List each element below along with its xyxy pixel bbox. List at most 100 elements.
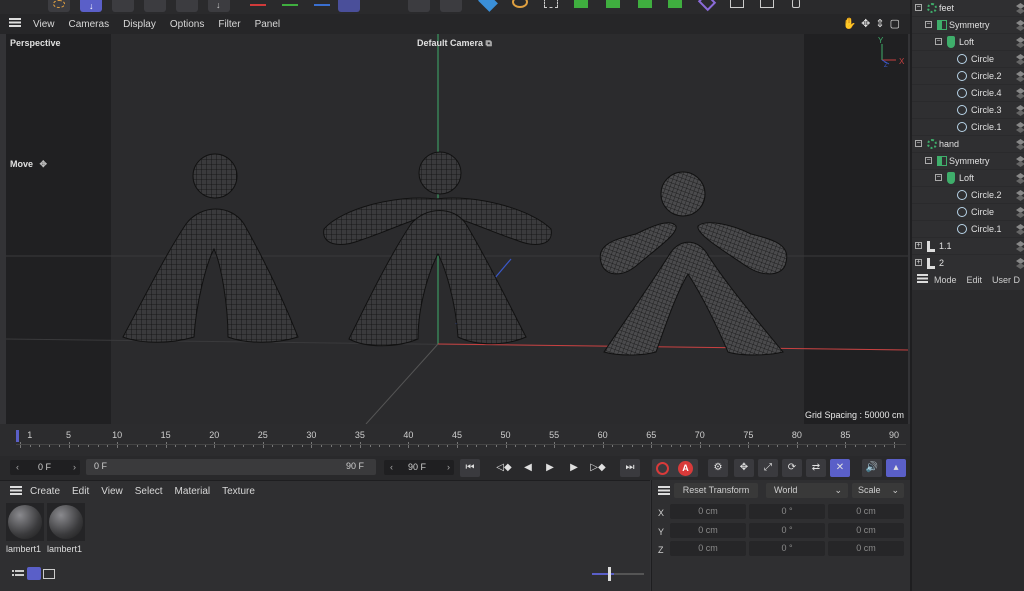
visibility-toggle-icon[interactable] xyxy=(1016,241,1024,252)
field-icon[interactable] xyxy=(697,0,717,12)
menu-options[interactable]: Options xyxy=(163,19,211,30)
figure-1[interactable] xyxy=(122,153,299,343)
visibility-toggle-icon[interactable] xyxy=(1016,105,1024,116)
space-dropdown[interactable]: World ⌄ xyxy=(766,483,848,498)
attr-menu-user-data[interactable]: User D xyxy=(992,275,1020,285)
reset-transform-button[interactable]: Reset Transform xyxy=(674,483,758,498)
mat-menu-create[interactable]: Create xyxy=(28,486,66,497)
object-row-figure[interactable]: +1.1 xyxy=(912,238,1024,255)
subdivision-icon[interactable] xyxy=(574,0,588,8)
object-row-circle[interactable]: Circle.2 xyxy=(912,187,1024,204)
collapse-icon[interactable]: − xyxy=(915,140,922,147)
x-axis-lock-icon[interactable] xyxy=(250,4,266,6)
generator-icon[interactable] xyxy=(544,0,558,8)
move-cross-icon[interactable]: ✥ xyxy=(861,17,870,30)
object-row-circle[interactable]: Circle.1 xyxy=(912,221,1024,238)
visibility-toggle-icon[interactable] xyxy=(1016,156,1024,167)
scale-z-field[interactable]: 0 cm xyxy=(828,541,904,556)
zoom-slider-handle[interactable] xyxy=(608,567,611,581)
visibility-toggle-icon[interactable] xyxy=(1016,139,1024,150)
menu-filter[interactable]: Filter xyxy=(211,19,247,30)
material-swatch[interactable] xyxy=(6,503,44,541)
list-view-icon[interactable] xyxy=(12,569,26,581)
object-row-hand[interactable]: − hand xyxy=(912,136,1024,153)
current-frame-field[interactable]: ‹ 0 F › xyxy=(10,460,80,475)
zoom-icon[interactable]: ⇕ xyxy=(875,17,884,30)
deformer-icon[interactable] xyxy=(668,0,682,8)
object-row-circle[interactable]: Circle.1 xyxy=(912,119,1024,136)
hamburger-menu-icon[interactable] xyxy=(912,274,934,286)
expand-icon[interactable]: + xyxy=(915,259,922,266)
key-scale-button[interactable]: ⤢ xyxy=(758,459,778,477)
attr-menu-mode[interactable]: Mode xyxy=(934,275,967,285)
scale-y-field[interactable]: 0 cm xyxy=(828,523,904,538)
position-y-field[interactable]: 0 cm xyxy=(670,523,746,538)
camera-label[interactable]: Default Camera ⧉ xyxy=(417,38,492,49)
rotate-tool-button[interactable] xyxy=(144,0,166,12)
position-x-field[interactable]: 0 cm xyxy=(670,504,746,519)
toolbar-button[interactable]: ↓ xyxy=(208,0,230,12)
collapse-icon[interactable]: − xyxy=(935,38,942,45)
chevron-left-icon[interactable]: ‹ xyxy=(16,462,19,472)
material-swatch[interactable] xyxy=(47,503,85,541)
camera-icon[interactable] xyxy=(760,0,774,8)
object-row-loft[interactable]: − Loft xyxy=(912,170,1024,187)
collapse-icon[interactable]: − xyxy=(935,174,942,181)
y-axis-lock-icon[interactable] xyxy=(282,4,298,6)
light-icon[interactable] xyxy=(792,0,800,8)
key-position-button[interactable]: ✥ xyxy=(734,459,754,477)
rotation-x-field[interactable]: 0 ° xyxy=(749,504,825,519)
material-name[interactable]: lambert1 xyxy=(47,544,82,554)
render-button[interactable] xyxy=(408,0,430,12)
key-parameter-button[interactable]: ⇄ xyxy=(806,459,826,477)
camera-toggle-icon[interactable]: ⧉ xyxy=(486,38,492,48)
object-row-symmetry[interactable]: − Symmetry xyxy=(912,153,1024,170)
go-to-end-button[interactable]: ⏭ xyxy=(620,459,640,477)
visibility-toggle-icon[interactable] xyxy=(1016,71,1024,82)
figure-3[interactable] xyxy=(599,171,788,356)
object-row-circle[interactable]: Circle.2 xyxy=(912,68,1024,85)
chevron-right-icon[interactable]: › xyxy=(73,460,76,475)
timeline-ruler[interactable]: 1 5 10 15 20 25 30 35 40 45 50 55 60 65 70 75 80 85 90 xyxy=(0,424,910,456)
object-row-circle[interactable]: Circle.4 xyxy=(912,85,1024,102)
play-button[interactable]: ▶ xyxy=(540,459,560,477)
autokey-icon[interactable]: A xyxy=(678,461,693,476)
object-row-symmetry[interactable]: − Symmetry xyxy=(912,17,1024,34)
rotation-y-field[interactable]: 0 ° xyxy=(749,523,825,538)
hand-pan-icon[interactable]: ✋ xyxy=(842,17,856,30)
hamburger-menu-icon[interactable] xyxy=(0,18,26,30)
menu-cameras[interactable]: Cameras xyxy=(62,19,117,30)
spline-pen-icon[interactable] xyxy=(512,0,528,8)
coordinate-system-button[interactable] xyxy=(338,0,360,12)
material-name[interactable]: lambert1 xyxy=(6,544,41,554)
visibility-toggle-icon[interactable] xyxy=(1016,258,1024,269)
object-row-figure[interactable]: +2 xyxy=(912,255,1024,270)
cube-icon[interactable] xyxy=(478,0,498,12)
mat-menu-select[interactable]: Select xyxy=(129,486,169,497)
prev-key-button[interactable]: ◁◆ xyxy=(494,459,514,477)
maximize-icon[interactable]: ▢ xyxy=(890,17,900,30)
menu-view[interactable]: View xyxy=(26,19,62,30)
z-axis-lock-icon[interactable] xyxy=(314,4,330,6)
large-view-icon[interactable] xyxy=(43,569,55,579)
boole-icon[interactable] xyxy=(638,0,652,8)
position-z-field[interactable]: 0 cm xyxy=(670,541,746,556)
hamburger-menu-icon[interactable] xyxy=(0,485,28,498)
visibility-toggle-icon[interactable] xyxy=(1016,37,1024,48)
key-rotation-button[interactable]: ⟳ xyxy=(782,459,802,477)
visibility-toggle-icon[interactable] xyxy=(1016,54,1024,65)
visibility-toggle-icon[interactable] xyxy=(1016,3,1024,14)
scale-tool-button[interactable] xyxy=(112,0,134,12)
object-row-circle[interactable]: Circle xyxy=(912,204,1024,221)
frame-range-slider[interactable]: 0 F 90 F xyxy=(86,459,376,475)
end-frame-field[interactable]: ‹ 90 F › xyxy=(384,460,454,475)
mat-menu-view[interactable]: View xyxy=(95,486,129,497)
object-row-feet[interactable]: − feet xyxy=(912,0,1024,17)
object-row-circle[interactable]: Circle.3 xyxy=(912,102,1024,119)
menu-display[interactable]: Display xyxy=(116,19,163,30)
visibility-toggle-icon[interactable] xyxy=(1016,173,1024,184)
scene-icon[interactable] xyxy=(730,0,744,8)
visibility-toggle-icon[interactable] xyxy=(1016,224,1024,235)
key-pla-button[interactable]: ✕ xyxy=(830,459,850,477)
playhead[interactable] xyxy=(16,430,19,442)
